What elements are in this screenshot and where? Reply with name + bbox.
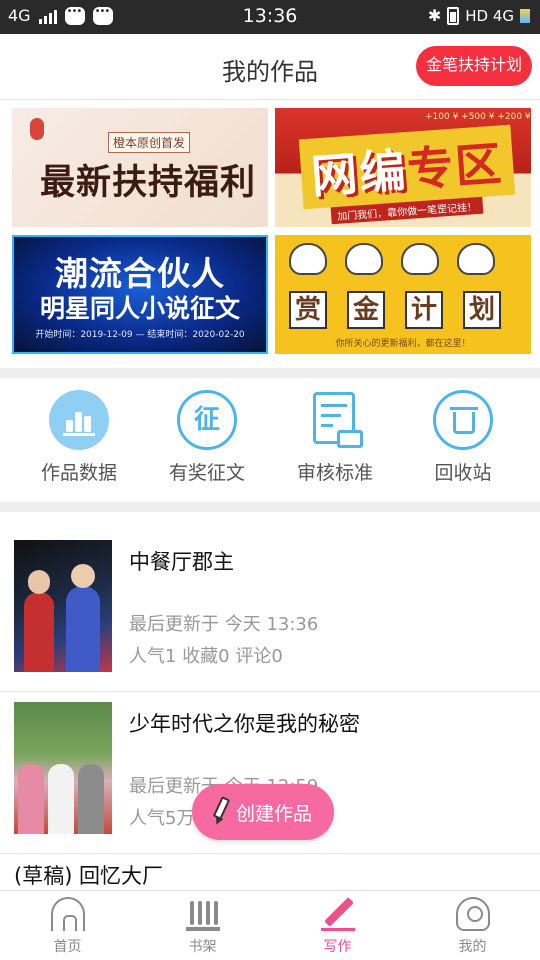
- work-title: 少年时代之你是我的秘密: [129, 712, 360, 736]
- support-plan-button[interactable]: 金笔扶持计划: [415, 46, 532, 86]
- nav-label: 我的: [458, 939, 487, 955]
- banner-title: 最新扶持福利: [40, 162, 257, 203]
- action-label: 作品数据: [40, 462, 117, 484]
- book-cover: [14, 702, 112, 834]
- banner-chars: 赏 金 计 划: [289, 291, 501, 329]
- banner-title-part1: 网编: [309, 143, 410, 204]
- contest-icon: 征: [177, 390, 237, 450]
- work-stats: 人气1 收藏0 评论0: [129, 646, 283, 667]
- banner-title-part2: 专区: [405, 136, 505, 197]
- indicator-icon: [520, 8, 530, 23]
- action-recycle-bin[interactable]: 回收站: [398, 390, 528, 485]
- banner-bounty-plan[interactable]: 赏 金 计 划 你所关心的更新福利，都在这里！: [275, 235, 531, 354]
- create-work-button[interactable]: 创建作品: [192, 784, 334, 840]
- banner-dates: 开始时间：2019-12-09 — 结束时间：2020-02-20: [35, 330, 245, 340]
- work-updated: 最后更新于 今天 13:36: [129, 614, 319, 635]
- banner-editor-zone[interactable]: +100 ¥ +500 ¥ +200 ¥ 网编专区 加门我们，靠你做一笔罡记挂！: [275, 108, 531, 227]
- cat-icon: [401, 243, 439, 275]
- banner-coins: +100 ¥ +500 ¥ +200 ¥: [425, 112, 531, 122]
- cat-illustrations: [289, 243, 495, 275]
- banner-title: 网编专区: [298, 124, 516, 210]
- action-label: 回收站: [434, 462, 492, 484]
- nav-home[interactable]: 首页: [0, 897, 135, 956]
- section-divider: [0, 502, 540, 512]
- cat-icon: [289, 243, 327, 275]
- banner-char: 赏: [289, 291, 327, 329]
- review-icon: [305, 390, 365, 450]
- stats-icon: [49, 390, 109, 450]
- pencil-icon: [210, 796, 232, 827]
- list-item[interactable]: (草稿) 回忆大厂: [0, 854, 540, 894]
- nav-label: 写作: [323, 939, 352, 955]
- banner-note: 你所关心的更新福利，都在这里！: [335, 339, 471, 349]
- write-icon: [320, 897, 355, 931]
- nav-label: 书架: [188, 939, 217, 955]
- action-contest[interactable]: 征 有奖征文: [142, 390, 272, 485]
- work-title: (草稿) 回忆大厂: [14, 864, 164, 888]
- nav-profile[interactable]: 我的: [405, 897, 540, 956]
- home-icon: [50, 897, 85, 931]
- banner-grid: 橙本原创首发 最新扶持福利 +100 ¥ +500 ¥ +200 ¥ 网编专区 …: [0, 100, 540, 368]
- bookshelf-icon: [185, 897, 220, 931]
- banner-char: 计: [405, 291, 443, 329]
- banner-line2: 明星同人小说征文: [39, 294, 240, 323]
- battery-icon: [447, 6, 460, 25]
- quick-actions: 作品数据 征 有奖征文 审核标准 回收站: [0, 378, 540, 502]
- create-work-label: 创建作品: [236, 802, 313, 825]
- status-right: ✱ HD 4G: [428, 6, 530, 25]
- banner-line1: 潮流合伙人: [55, 254, 225, 293]
- network-label-right: HD 4G: [465, 6, 514, 25]
- work-title: 中餐厅郡主: [129, 550, 234, 574]
- trash-icon: [433, 390, 493, 450]
- banner-char: 金: [347, 291, 385, 329]
- profile-icon: [455, 897, 490, 931]
- banner-trend-partner[interactable]: 潮流合伙人 明星同人小说征文 开始时间：2019-12-09 — 结束时间：20…: [12, 235, 268, 354]
- cat-icon: [457, 243, 495, 275]
- book-cover: [14, 540, 112, 672]
- bottom-nav: 首页 书架 写作 我的: [0, 890, 540, 960]
- banner-char: 划: [463, 291, 501, 329]
- action-review-standards[interactable]: 审核标准: [270, 390, 400, 485]
- section-divider: [0, 368, 540, 378]
- nav-bookshelf[interactable]: 书架: [135, 897, 270, 956]
- status-bar: 4G 13:36 ✱ HD 4G: [0, 0, 540, 34]
- bluetooth-icon: ✱: [427, 6, 442, 25]
- list-item[interactable]: 中餐厅郡主 最后更新于 今天 13:36 人气1 收藏0 评论0: [0, 530, 540, 692]
- action-label: 审核标准: [296, 462, 373, 484]
- banner-support-benefits[interactable]: 橙本原创首发 最新扶持福利: [12, 108, 268, 227]
- action-label: 有奖征文: [168, 462, 245, 484]
- nav-label: 首页: [53, 939, 82, 955]
- nav-write[interactable]: 写作: [270, 897, 405, 956]
- banner-subtitle: 橙本原创首发: [108, 132, 191, 153]
- action-work-data[interactable]: 作品数据: [14, 390, 144, 485]
- cat-icon: [345, 243, 383, 275]
- lantern-icon: [30, 118, 44, 140]
- header: 我的作品 金笔扶持计划: [0, 34, 540, 100]
